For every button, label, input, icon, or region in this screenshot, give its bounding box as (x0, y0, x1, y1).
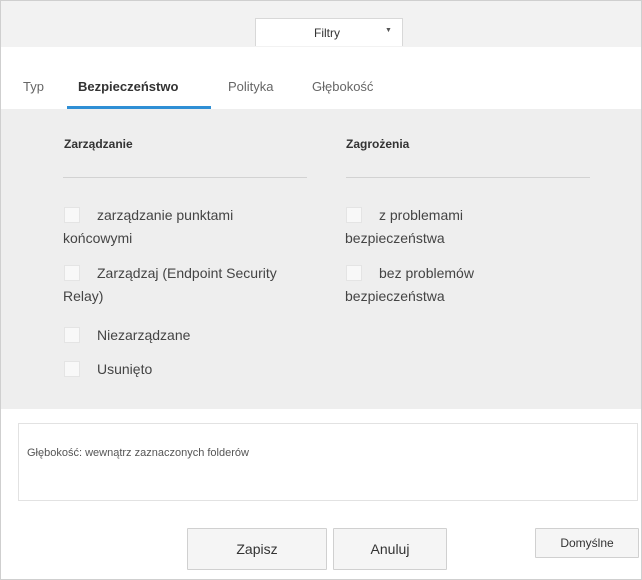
tab-glebokosc[interactable]: Głębokość (312, 79, 373, 94)
chevron-down-icon: ▼ (385, 27, 392, 34)
defaults-button-label: Domyślne (560, 536, 614, 550)
tab-polityka[interactable]: Polityka (228, 79, 274, 94)
tab-typ[interactable]: Typ (23, 79, 44, 94)
defaults-button[interactable]: Domyślne (535, 528, 639, 558)
unmanaged-label: Niezarządzane (97, 327, 191, 343)
save-button-label: Zapisz (236, 541, 278, 557)
filters-dropdown[interactable]: Filtry ▼ (255, 18, 403, 46)
cancel-button-label: Anuluj (370, 541, 410, 557)
tab-bar: Typ Bezpieczeństwo Polityka Głębokość (1, 47, 641, 109)
security-filters-panel: Zarządzanie Zagrożenia zarządzanie punkt… (1, 109, 641, 409)
threats-title: Zagrożenia (346, 137, 410, 151)
cancel-button[interactable]: Anuluj (333, 528, 447, 570)
managed-endpoints-label: zarządzanie punktami końcowymi (63, 207, 234, 246)
depth-summary-text: Głębokość: wewnątrz zaznaczonych folderó… (27, 447, 249, 459)
filters-dialog: Filtry ▼ Typ Bezpieczeństwo Polityka Głę… (0, 0, 642, 580)
managed-relay-label: Zarządzaj (Endpoint Security Relay) (63, 265, 277, 304)
filters-dropdown-label: Filtry (314, 26, 340, 40)
depth-summary-box: Głębokość: wewnątrz zaznaczonych folderó… (18, 423, 638, 501)
management-divider (63, 177, 307, 178)
threats-divider (346, 177, 590, 178)
management-title: Zarządzanie (64, 137, 133, 151)
without-security-issues-label: bez problemów bezpieczeństwa (345, 265, 474, 304)
filters-header: Filtry ▼ (1, 1, 641, 48)
with-security-issues-label: z problemami bezpieczeństwa (345, 207, 464, 246)
save-button[interactable]: Zapisz (187, 528, 327, 570)
tab-bezpieczenstwo[interactable]: Bezpieczeństwo (78, 79, 178, 94)
deleted-label: Usunięto (97, 361, 153, 377)
